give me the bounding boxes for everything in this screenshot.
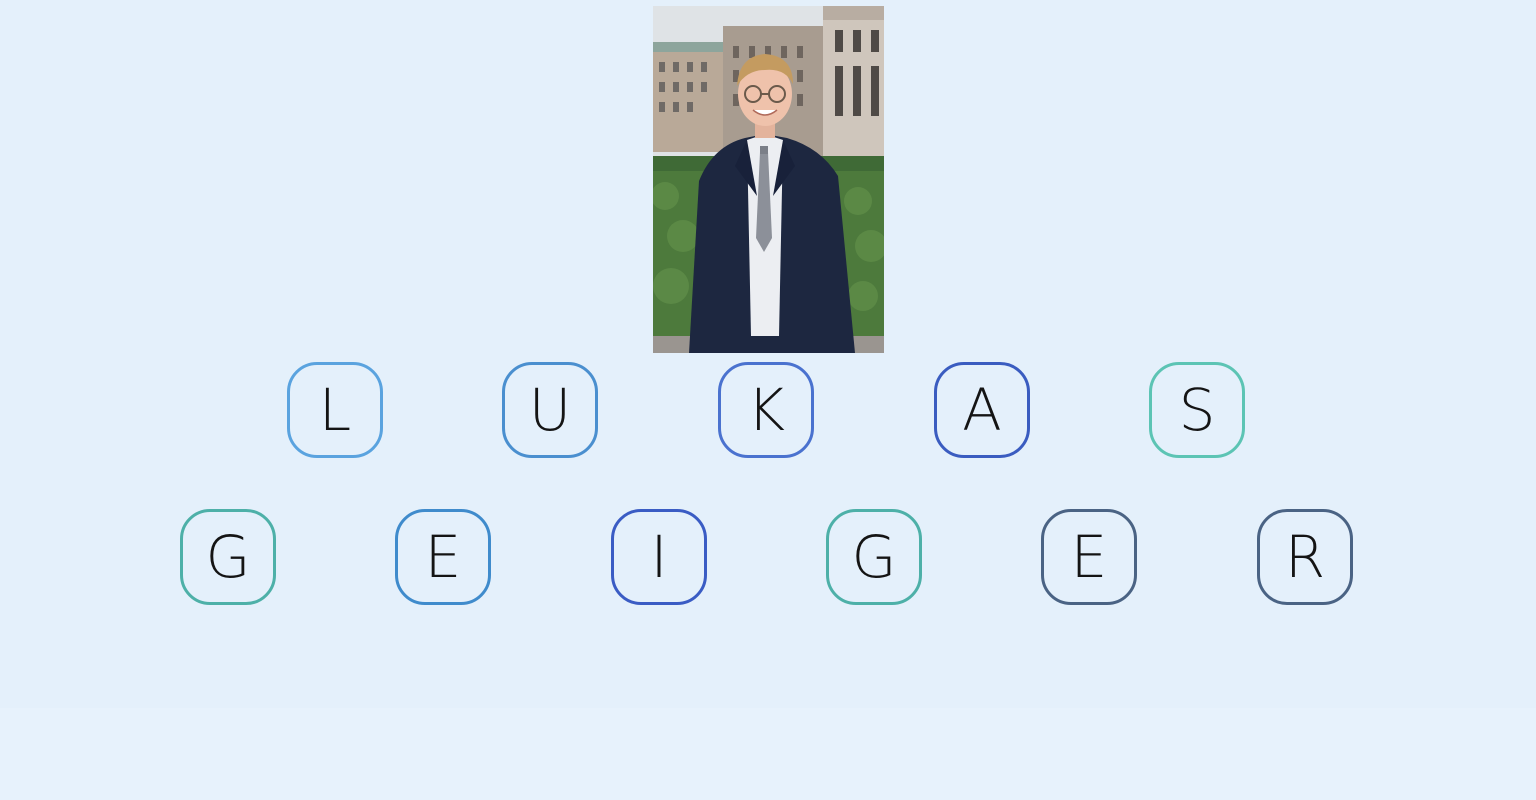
letter-tile-i[interactable]: I — [611, 509, 707, 605]
letter-tile-label: K — [746, 376, 786, 444]
letter-tile-g[interactable]: G — [180, 509, 276, 605]
letter-tile-label: S — [1178, 376, 1216, 444]
letter-tile-a[interactable]: A — [934, 362, 1030, 458]
portrait-photo — [653, 6, 884, 353]
letter-tile-s[interactable]: S — [1149, 362, 1245, 458]
letter-tile-e[interactable]: E — [395, 509, 491, 605]
letter-tile-label: A — [962, 376, 1002, 444]
letter-tile-e[interactable]: E — [1041, 509, 1137, 605]
letter-tile-u[interactable]: U — [502, 362, 598, 458]
letter-tile-g[interactable]: G — [826, 509, 922, 605]
letter-tile-label: G — [205, 523, 251, 591]
letter-tile-label: I — [650, 523, 668, 591]
footer-band — [0, 708, 1536, 800]
letter-tile-label: E — [1070, 523, 1108, 591]
letter-tile-label: U — [528, 376, 572, 444]
letter-tile-r[interactable]: R — [1257, 509, 1353, 605]
letter-tile-label: E — [424, 523, 462, 591]
letter-tile-k[interactable]: K — [718, 362, 814, 458]
page: L U K A S G E I G E R — [0, 0, 1536, 800]
letter-tile-l[interactable]: L — [287, 362, 383, 458]
letter-tile-label: R — [1284, 523, 1326, 591]
letter-tile-label: L — [318, 376, 352, 444]
letter-tile-label: G — [851, 523, 897, 591]
